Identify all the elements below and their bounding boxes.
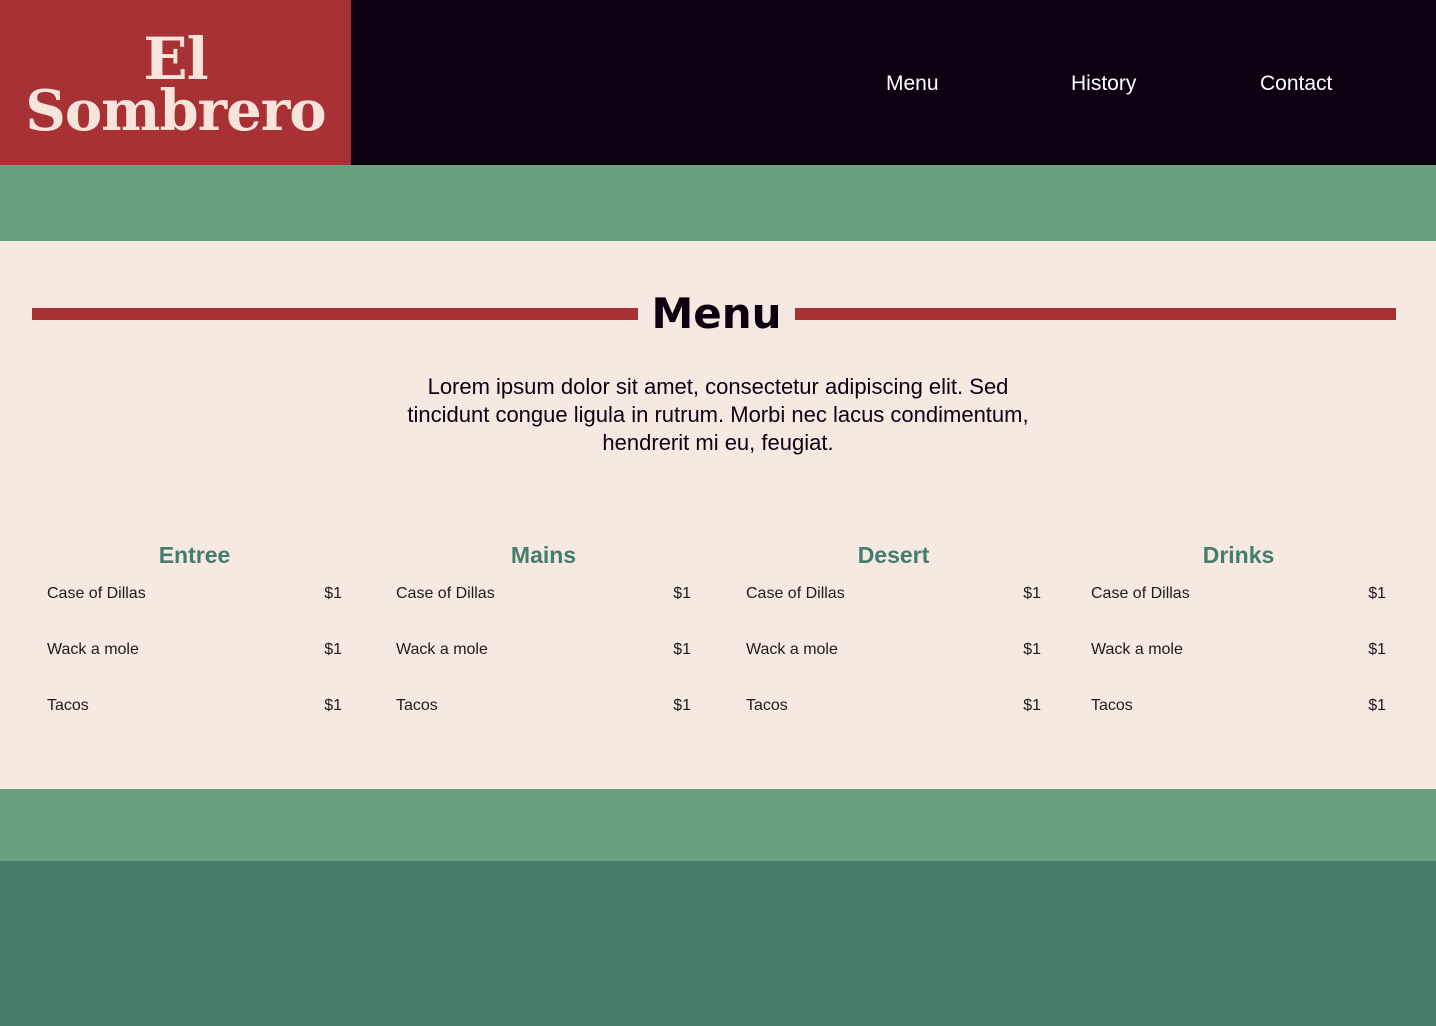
menu-item: Tacos $1 bbox=[396, 697, 691, 721]
menu-item-name: Tacos bbox=[47, 697, 89, 714]
menu-item: Wack a mole $1 bbox=[47, 641, 342, 665]
menu-item-price: $1 bbox=[1368, 641, 1386, 658]
menu-item: Case of Dillas $1 bbox=[1091, 585, 1386, 609]
menu-item-price: $1 bbox=[1023, 641, 1041, 658]
brand-name-line1: El bbox=[143, 24, 208, 93]
menu-item: Tacos $1 bbox=[1091, 697, 1386, 721]
menu-item-price: $1 bbox=[1023, 585, 1041, 602]
site-header: El Sombrero Menu History Contact bbox=[0, 0, 1436, 165]
menu-column-title: Mains bbox=[510, 542, 577, 568]
menu-column-drinks: Drinks Case of Dillas $1 Wack a mole $1 … bbox=[1091, 540, 1386, 714]
section-title: Menu bbox=[651, 289, 782, 338]
menu-item-name: Case of Dillas bbox=[1091, 585, 1190, 602]
menu-item-name: Case of Dillas bbox=[47, 585, 146, 602]
title-divider-left bbox=[32, 308, 638, 320]
menu-item: Case of Dillas $1 bbox=[746, 585, 1041, 609]
nav-link-menu[interactable]: Menu bbox=[886, 70, 939, 98]
menu-column-mains: Mains Case of Dillas $1 Wack a mole $1 T… bbox=[396, 540, 691, 714]
menu-column-desert: Desert Case of Dillas $1 Wack a mole $1 … bbox=[746, 540, 1041, 714]
brand-name-line2: Sombrero bbox=[25, 77, 326, 144]
menu-item-price: $1 bbox=[673, 697, 691, 714]
menu-item-price: $1 bbox=[673, 585, 691, 602]
menu-item-price: $1 bbox=[1023, 697, 1041, 714]
menu-item-name: Tacos bbox=[1091, 697, 1133, 714]
nav-link-history[interactable]: History bbox=[1071, 70, 1136, 98]
menu-item-name: Wack a mole bbox=[746, 641, 838, 658]
menu-item-price: $1 bbox=[324, 697, 342, 714]
menu-item-name: Case of Dillas bbox=[746, 585, 845, 602]
menu-item-name: Wack a mole bbox=[47, 641, 139, 658]
menu-item: Wack a mole $1 bbox=[396, 641, 691, 665]
menu-item: Tacos $1 bbox=[746, 697, 1041, 721]
menu-column-entree: Entree Case of Dillas $1 Wack a mole $1 … bbox=[47, 540, 342, 714]
menu-item-price: $1 bbox=[324, 585, 342, 602]
menu-item-price: $1 bbox=[1368, 585, 1386, 602]
nav-link-contact[interactable]: Contact bbox=[1260, 70, 1332, 98]
section-intro: Lorem ipsum dolor sit amet, consectetur … bbox=[407, 374, 1029, 455]
menu-column-title: Desert bbox=[857, 542, 930, 568]
menu-item-name: Wack a mole bbox=[1091, 641, 1183, 658]
brand-logo[interactable]: El Sombrero bbox=[0, 0, 351, 165]
menu-item-name: Wack a mole bbox=[396, 641, 488, 658]
menu-item-name: Tacos bbox=[396, 697, 438, 714]
title-divider-right bbox=[795, 308, 1396, 320]
menu-item: Case of Dillas $1 bbox=[47, 585, 342, 609]
menu-item: Tacos $1 bbox=[47, 697, 342, 721]
menu-item-name: Case of Dillas bbox=[396, 585, 495, 602]
menu-item: Case of Dillas $1 bbox=[396, 585, 691, 609]
menu-column-title: Entree bbox=[158, 542, 231, 568]
menu-item-name: Tacos bbox=[746, 697, 788, 714]
bottom-accent-band bbox=[0, 789, 1436, 861]
menu-item: Wack a mole $1 bbox=[746, 641, 1041, 665]
menu-item: Wack a mole $1 bbox=[1091, 641, 1386, 665]
menu-item-price: $1 bbox=[673, 641, 691, 658]
site-footer bbox=[0, 861, 1436, 1026]
menu-item-price: $1 bbox=[1368, 697, 1386, 714]
menu-column-title: Drinks bbox=[1202, 542, 1275, 568]
top-accent-band bbox=[0, 165, 1436, 241]
menu-item-price: $1 bbox=[324, 641, 342, 658]
